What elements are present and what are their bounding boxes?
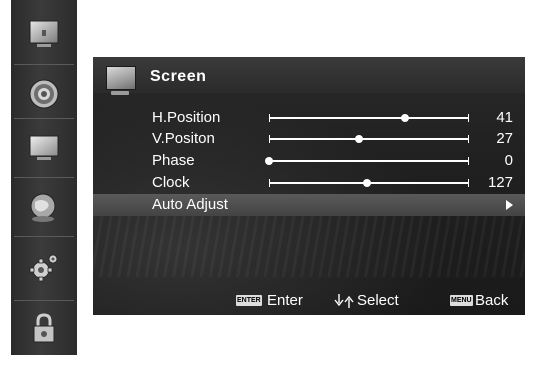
enter-key-badge: ENTER xyxy=(236,295,262,306)
up-down-arrows-icon xyxy=(334,294,354,308)
background-texture xyxy=(93,207,525,277)
right-arrow-icon xyxy=(506,200,513,210)
row-value: 41 xyxy=(496,109,513,126)
menu-row-phase[interactable]: Phase 0 xyxy=(93,150,525,172)
sidebar-item-picture[interactable] xyxy=(11,4,77,64)
row-label: H.Position xyxy=(152,109,221,126)
lock-icon xyxy=(33,313,55,343)
menu-header: Screen xyxy=(93,57,525,95)
menu-key-badge: MENU xyxy=(450,295,473,306)
h-position-slider[interactable] xyxy=(269,114,469,122)
select-hint-label: Select xyxy=(357,292,399,309)
sidebar-item-setup[interactable] xyxy=(11,238,77,298)
menu-row-h-position[interactable]: H.Position 41 xyxy=(93,107,525,129)
screen-menu-panel: Screen H.Position 41 V.Positon 27 Phase … xyxy=(93,57,525,315)
channel-globe-icon xyxy=(30,193,56,222)
sidebar-item-lock[interactable] xyxy=(11,298,77,358)
row-label: Phase xyxy=(152,152,195,169)
row-label: Clock xyxy=(152,174,190,191)
menu-sidebar xyxy=(11,0,77,355)
row-value: 127 xyxy=(487,174,513,191)
v-position-slider[interactable] xyxy=(269,135,469,143)
slider-thumb[interactable] xyxy=(401,114,409,122)
sidebar-item-sound[interactable] xyxy=(11,64,77,124)
row-value: 27 xyxy=(496,130,513,147)
footer-hints: ENTER Enter Select MENU Back xyxy=(93,291,525,311)
sidebar-divider xyxy=(14,236,74,237)
page-title: Screen xyxy=(150,68,207,85)
slider-thumb[interactable] xyxy=(363,179,371,187)
slider-thumb[interactable] xyxy=(265,157,273,165)
screen-icon xyxy=(106,66,136,95)
menu-row-v-position[interactable]: V.Positon 27 xyxy=(93,128,525,150)
clock-slider[interactable] xyxy=(269,179,469,187)
menu-row-clock[interactable]: Clock 127 xyxy=(93,172,525,194)
phase-slider[interactable] xyxy=(265,157,469,165)
sidebar-item-channel[interactable] xyxy=(11,177,77,237)
screen-icon xyxy=(29,135,59,160)
sound-icon xyxy=(29,79,59,109)
back-hint-label: Back xyxy=(475,292,509,309)
settings-gears-icon xyxy=(29,254,58,282)
picture-icon xyxy=(29,20,59,47)
sidebar-item-screen[interactable] xyxy=(11,118,77,178)
slider-thumb[interactable] xyxy=(355,135,363,143)
menu-row-auto-adjust[interactable]: Auto Adjust xyxy=(93,194,525,216)
row-value: 0 xyxy=(504,152,513,169)
row-label: Auto Adjust xyxy=(152,196,228,213)
enter-hint-label: Enter xyxy=(267,292,303,309)
row-label: V.Positon xyxy=(152,130,215,147)
